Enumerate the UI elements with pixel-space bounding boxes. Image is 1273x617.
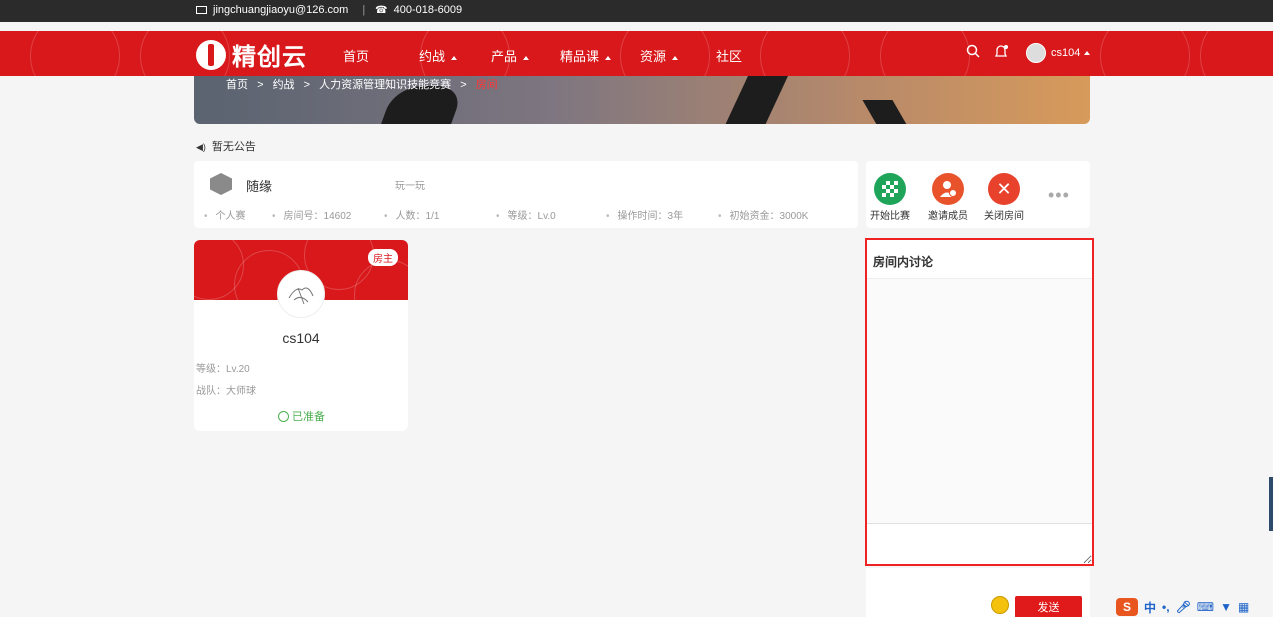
contact-email[interactable]: jingchuangjiaoyu@126.com (213, 4, 348, 16)
message-list[interactable] (867, 279, 1092, 523)
discussion-title: 房间内讨论 (873, 255, 934, 269)
caret-up-icon (605, 55, 612, 60)
breadcrumb-home[interactable]: 首页 (226, 79, 248, 91)
checkered-flag-icon (874, 173, 906, 205)
player-name: cs104 (282, 330, 320, 346)
notice-text: 暂无公告 (211, 141, 256, 153)
caret-up-icon (1084, 51, 1091, 56)
room-actions: 开始比赛 邀请成员 ✕ 关闭房间 ••• (866, 161, 1090, 228)
microphone-icon[interactable]: 🎤︎ (1176, 600, 1191, 614)
room-number: 房间号：14602 (272, 207, 352, 222)
punctuation-icon[interactable]: •, (1162, 600, 1170, 614)
host-badge: 房主 (368, 249, 398, 266)
contact-separator: | (362, 4, 366, 16)
message-input[interactable] (867, 524, 1092, 564)
player-level: 等级：Lv.20 (196, 364, 250, 375)
room-initial-fund: 初始资金：3000K (718, 207, 809, 222)
mail-icon (196, 6, 207, 14)
speaker-icon: ◀) (196, 142, 206, 152)
nav-item-products[interactable]: 产品 (491, 46, 530, 65)
chat-footer: 发送 (866, 568, 1090, 617)
skin-icon[interactable]: ▼ (1220, 600, 1232, 614)
rank-badge-icon (210, 173, 232, 195)
nav-item-resources[interactable]: 资源 (640, 46, 679, 65)
room-people: 人数：1/1 (384, 207, 440, 222)
nav-item-home[interactable]: 首页 (343, 46, 369, 65)
room-banner: 首页 > 约战 > 人力资源管理知识技能竞赛 > 房间 (194, 76, 1090, 124)
ready-status: 已准备 (278, 408, 325, 424)
search-icon[interactable] (966, 44, 980, 58)
notice-bar: ◀) 暂无公告 (196, 138, 256, 154)
phone-icon: ☎ (375, 4, 388, 16)
nav-item-community[interactable]: 社区 (716, 46, 742, 65)
start-game-button[interactable]: 开始比赛 (869, 173, 911, 222)
caret-up-icon (451, 55, 458, 60)
close-icon: ✕ (988, 173, 1020, 205)
more-icon[interactable]: ••• (1048, 185, 1070, 206)
contact-phone: 400-018-6009 (393, 4, 463, 16)
room-mode: 个人赛 (204, 207, 246, 222)
site-logo[interactable]: 精创云 (196, 37, 307, 72)
nav-item-courses[interactable]: 精品课 (560, 46, 612, 65)
close-room-button[interactable]: ✕ 关闭房间 (983, 173, 1025, 222)
room-info-panel: 随缘 玩一玩 个人赛 房间号：14602 人数：1/1 等级：Lv.0 操作时间… (194, 161, 858, 228)
caret-up-icon (672, 55, 679, 60)
breadcrumb: 首页 > 约战 > 人力资源管理知识技能竞赛 > 房间 (226, 79, 498, 91)
user-avatar[interactable] (1026, 43, 1046, 63)
logo-text: 精创云 (232, 44, 307, 71)
player-avatar (277, 270, 325, 318)
breadcrumb-competition[interactable]: 人力资源管理知识技能竞赛 (319, 79, 451, 91)
nav-item-battle[interactable]: 约战 (419, 46, 458, 65)
ime-mode[interactable]: 中 (1144, 599, 1156, 616)
grid-icon[interactable]: ▦ (1238, 600, 1249, 614)
room-subtitle: 玩一玩 (395, 181, 425, 192)
room-op-time: 操作时间：3年 (606, 207, 684, 222)
player-card: 房主 cs104 等级：Lv.20 战队：大师球 已准备 (194, 240, 408, 431)
caret-up-icon (523, 55, 530, 60)
side-float-tab[interactable] (1269, 477, 1273, 531)
bell-icon[interactable] (993, 44, 1009, 60)
emoji-icon[interactable] (991, 596, 1009, 614)
logo-icon (196, 39, 226, 70)
avatar-sketch-icon (288, 287, 314, 305)
invite-member-button[interactable]: 邀请成员 (927, 173, 969, 222)
user-menu[interactable]: cs104 (1051, 47, 1091, 59)
add-user-icon (932, 173, 964, 205)
contact-bar: jingchuangjiaoyu@126.com | ☎ 400-018-600… (0, 0, 1273, 22)
ime-logo-icon[interactable]: S (1116, 598, 1138, 616)
check-circle-icon (278, 410, 289, 422)
breadcrumb-battle[interactable]: 约战 (273, 79, 295, 91)
breadcrumb-current: 房间 (475, 79, 498, 91)
keyboard-icon[interactable]: ⌨ (1197, 600, 1214, 614)
send-button[interactable]: 发送 (1015, 596, 1082, 617)
room-level: 等级：Lv.0 (496, 207, 556, 222)
player-team: 战队：大师球 (196, 386, 256, 397)
ime-toolbar: S 中 •, 🎤︎ ⌨ ▼ ▦ (1116, 598, 1249, 616)
room-discussion-panel: 房间内讨论 (865, 238, 1094, 566)
room-name: 随缘 (246, 179, 273, 194)
